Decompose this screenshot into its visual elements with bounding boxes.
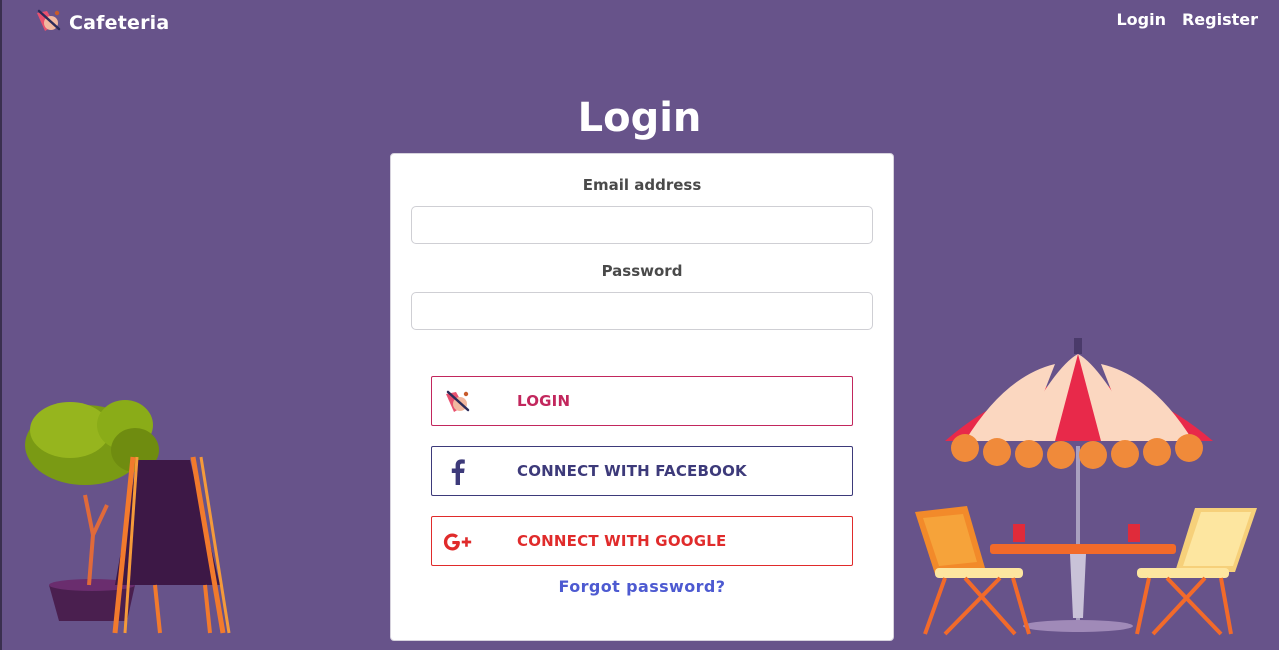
cafeteria-logo-icon: [442, 386, 474, 418]
cafeteria-logo-icon: [33, 7, 65, 39]
login-card: Email address Password LOGIN CONNECT WIT…: [390, 153, 894, 641]
navbar: Cafeteria Login Register: [0, 0, 1279, 42]
nav-login-link[interactable]: Login: [1116, 10, 1166, 29]
page-title: Login: [577, 95, 702, 141]
brand-name: Cafeteria: [69, 12, 170, 34]
brand[interactable]: Cafeteria: [33, 7, 169, 39]
email-label: Email address: [582, 176, 702, 194]
nav-links: Login Register: [1116, 10, 1258, 29]
google-plus-icon: [442, 526, 474, 558]
facebook-connect-button[interactable]: CONNECT WITH FACEBOOK: [431, 446, 853, 496]
cafe-umbrella-table-illustration: [915, 338, 1257, 636]
plant-and-chalkboard-illustration: [25, 400, 231, 634]
nav-register-link[interactable]: Register: [1182, 10, 1258, 29]
password-field[interactable]: [411, 292, 873, 330]
google-button-label: CONNECT WITH GOOGLE: [517, 532, 727, 550]
login-button[interactable]: LOGIN: [431, 376, 853, 426]
password-label: Password: [601, 262, 683, 280]
facebook-button-label: CONNECT WITH FACEBOOK: [517, 462, 747, 480]
google-connect-button[interactable]: CONNECT WITH GOOGLE: [431, 516, 853, 566]
login-button-label: LOGIN: [517, 392, 571, 410]
forgot-password-link[interactable]: Forgot password?: [391, 577, 893, 596]
facebook-icon: [442, 456, 474, 488]
email-field[interactable]: [411, 206, 873, 244]
